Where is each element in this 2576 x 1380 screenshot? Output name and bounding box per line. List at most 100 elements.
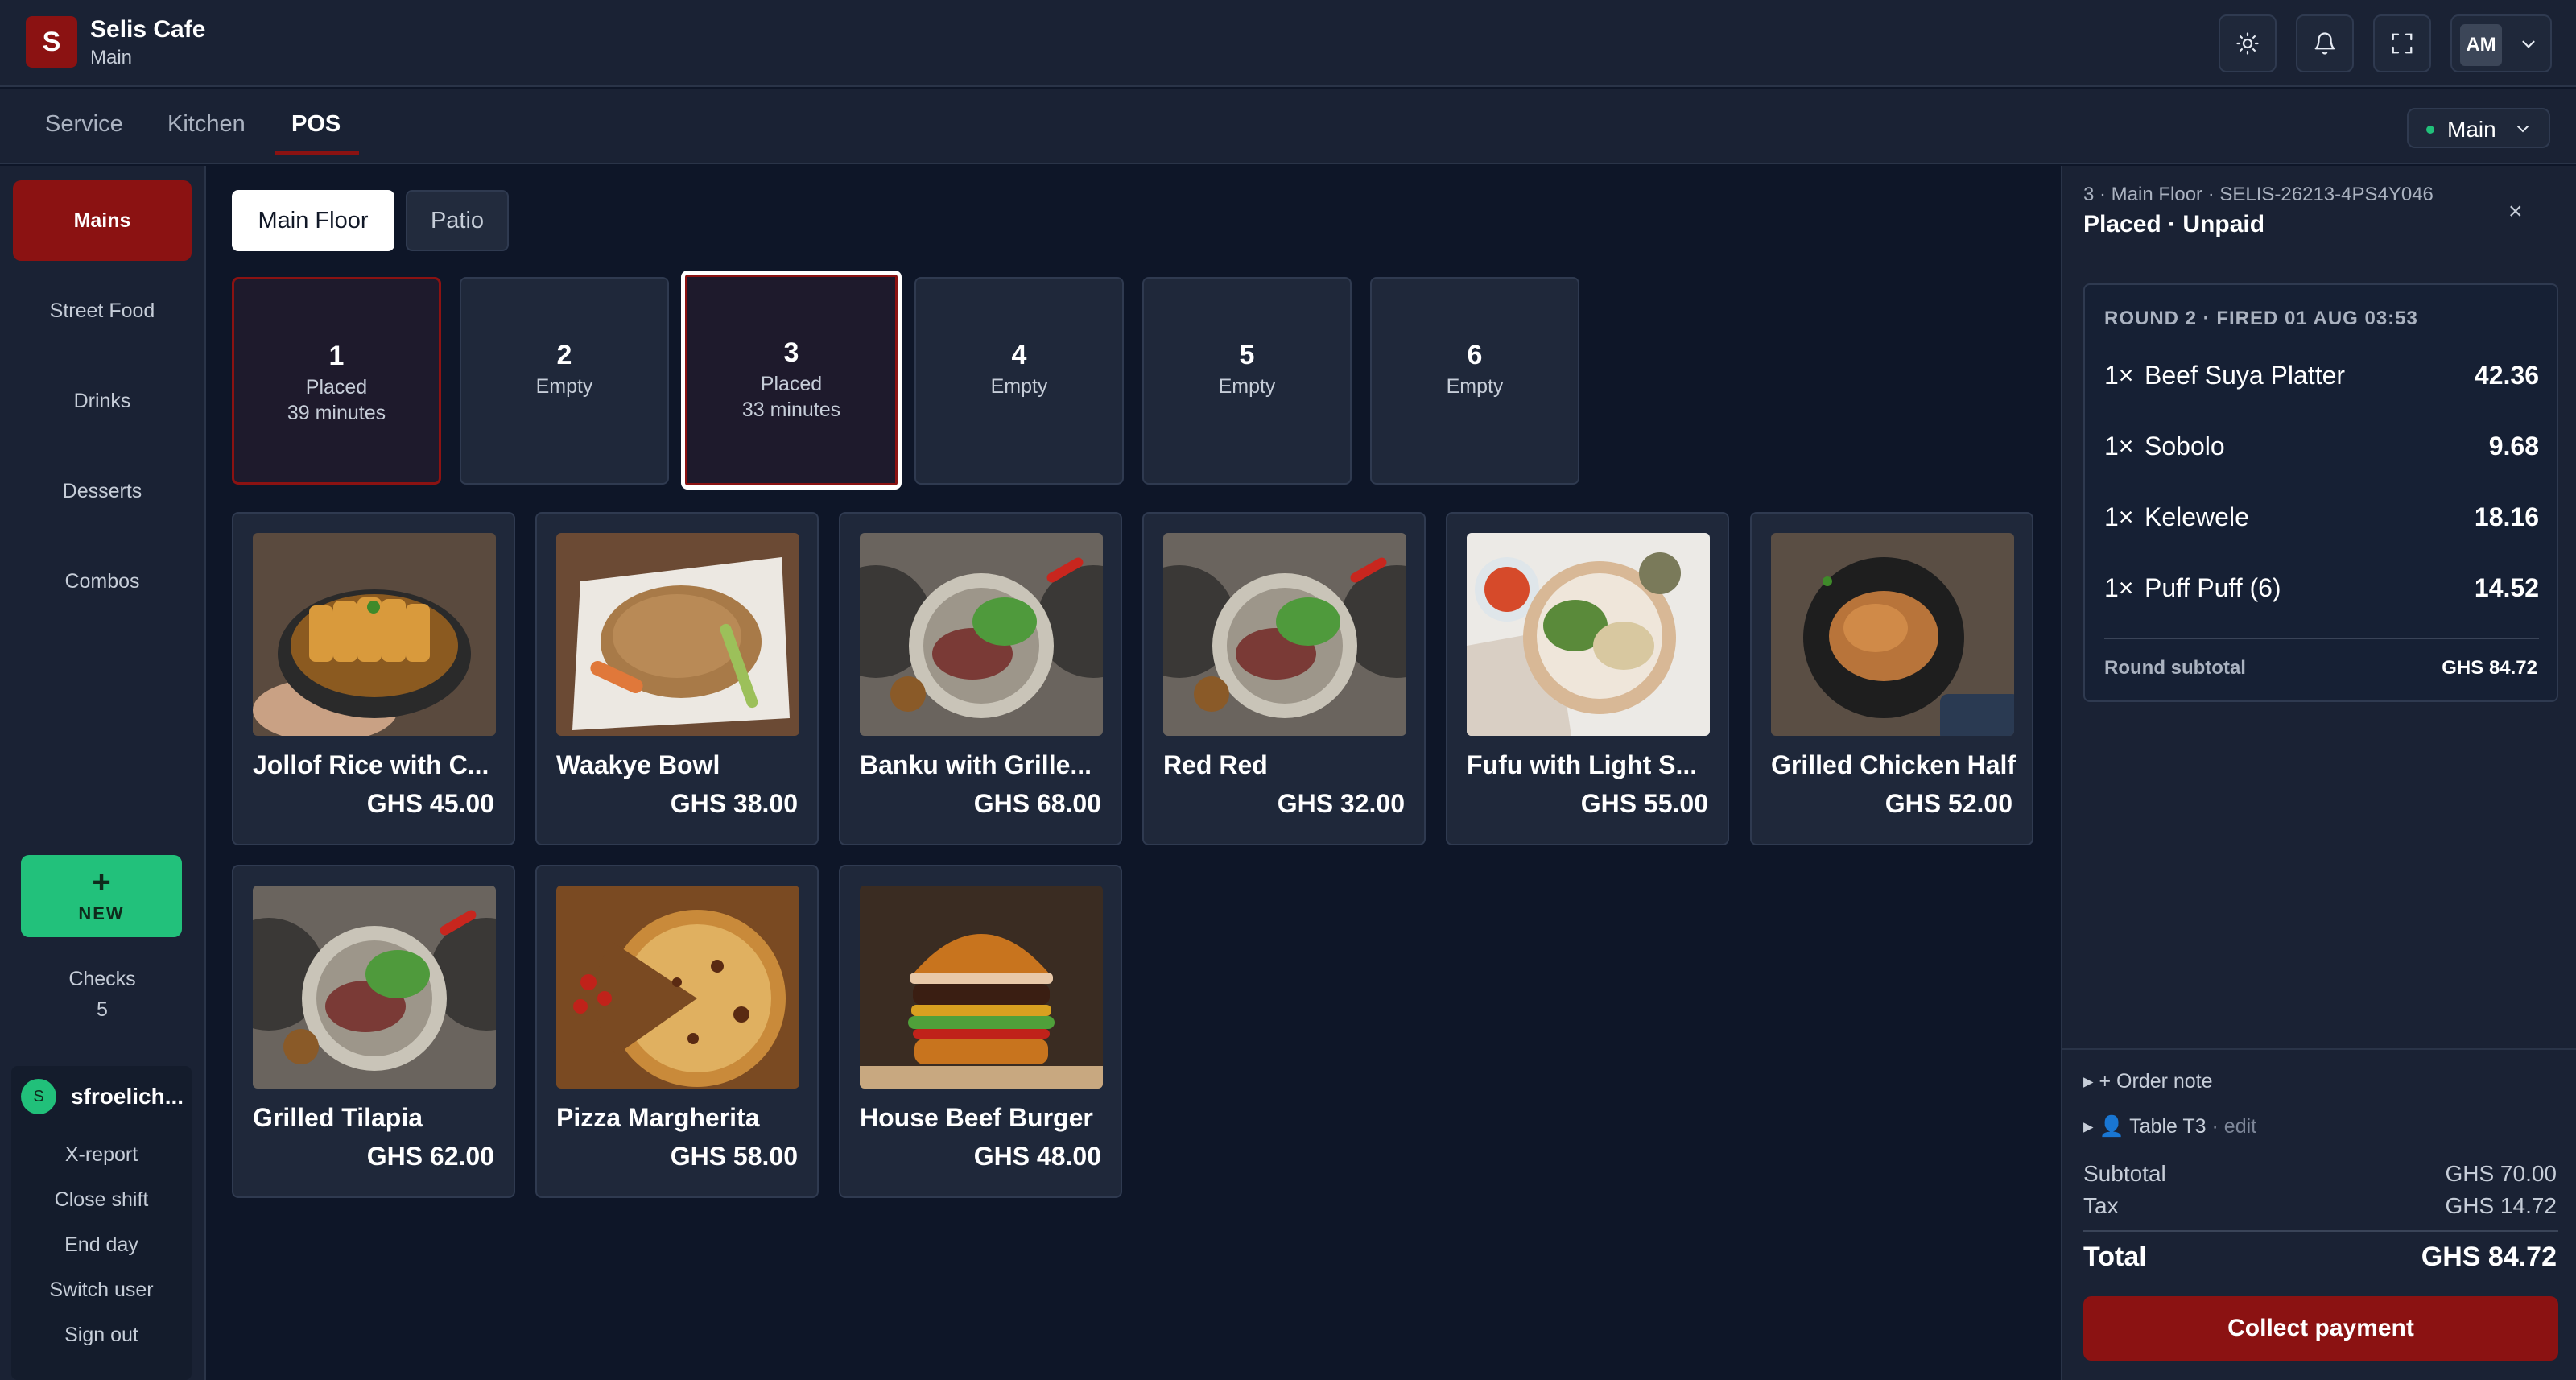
- switch-user-link[interactable]: Switch user: [11, 1279, 192, 1302]
- table-card-5[interactable]: 5 Empty: [1142, 277, 1352, 485]
- location-select[interactable]: Main: [2407, 108, 2550, 148]
- floor-tab-main-floor[interactable]: Main Floor: [232, 190, 394, 251]
- product-price: GHS 38.00: [670, 789, 798, 818]
- category-mains[interactable]: Mains: [13, 180, 192, 261]
- line-item-name: Sobolo: [2145, 432, 2225, 461]
- app-name: Selis Cafe: [90, 16, 206, 43]
- product-name: Grilled Tilapia: [253, 1103, 423, 1132]
- product-card-red-red[interactable]: Red Red GHS 32.00: [1142, 512, 1426, 845]
- table-number: 4: [1011, 340, 1027, 370]
- category-combos[interactable]: Combos: [13, 541, 192, 622]
- close-order-button[interactable]: ×: [2508, 198, 2523, 225]
- tax-value: GHS 14.72: [2445, 1193, 2557, 1218]
- close-shift-link[interactable]: Close shift: [11, 1188, 192, 1212]
- table-number: 6: [1467, 340, 1483, 370]
- product-price: GHS 52.00: [1885, 789, 2013, 818]
- line-item-name: Beef Suya Platter: [2145, 361, 2346, 390]
- product-price: GHS 62.00: [366, 1142, 494, 1171]
- end-day-link[interactable]: End day: [11, 1233, 192, 1257]
- product-card-banku[interactable]: Banku with Grille... GHS 68.00: [839, 512, 1122, 845]
- product-name: Jollof Rice with C...: [253, 750, 489, 779]
- product-image: [1467, 533, 1710, 736]
- location-select-label: Main: [2447, 117, 2496, 142]
- product-image: [1163, 533, 1406, 736]
- checks-count: 5: [97, 998, 108, 1021]
- divider: [2104, 638, 2539, 639]
- table-elapsed: 39 minutes: [287, 402, 386, 424]
- table-elapsed: 33 minutes: [741, 399, 841, 421]
- tab-pos[interactable]: POS: [291, 111, 341, 138]
- order-status: Placed · Unpaid: [2083, 211, 2265, 238]
- category-street-food[interactable]: Street Food: [13, 271, 192, 351]
- table-card-4[interactable]: 4 Empty: [914, 277, 1124, 485]
- table-status: Placed: [760, 373, 823, 395]
- product-card-waakye-bowl[interactable]: Waakye Bowl GHS 38.00: [535, 512, 819, 845]
- product-image: [860, 533, 1103, 736]
- product-card-pizza-margherita[interactable]: Pizza Margherita GHS 58.00: [535, 865, 819, 1198]
- product-name: Red Red: [1163, 750, 1268, 779]
- table-number: 3: [783, 337, 799, 368]
- product-image: [1771, 533, 2014, 736]
- location-status-dot: [2426, 126, 2434, 134]
- order-panel: 3 · Main Floor · SELIS-26213-4PS4Y046 Pl…: [2061, 166, 2576, 1380]
- table-card-6[interactable]: 6 Empty: [1370, 277, 1579, 485]
- fullscreen-button[interactable]: [2373, 14, 2431, 72]
- new-check-button[interactable]: + NEW: [21, 855, 182, 937]
- product-card-house-beef-burger[interactable]: House Beef Burger GHS 48.00: [839, 865, 1122, 1198]
- table-assignment-label: Table T3: [2129, 1115, 2207, 1138]
- line-item[interactable]: 1× Kelewele 18.16: [2104, 502, 2539, 538]
- user-panel: S sfroelich... X-report Close shift End …: [11, 1066, 192, 1380]
- product-name: Fufu with Light S...: [1467, 750, 1698, 779]
- line-item[interactable]: 1× Puff Puff (6) 14.52: [2104, 573, 2539, 609]
- product-card-grilled-tilapia[interactable]: Grilled Tilapia GHS 62.00: [232, 865, 515, 1198]
- table-edit-link[interactable]: · edit: [2212, 1115, 2257, 1138]
- tab-service[interactable]: Service: [45, 111, 123, 138]
- order-reference: 3 · Main Floor · SELIS-26213-4PS4Y046: [2083, 184, 2434, 205]
- table-number: 1: [328, 341, 345, 371]
- tab-kitchen[interactable]: Kitchen: [167, 111, 246, 138]
- new-check-label: NEW: [78, 903, 125, 923]
- product-image: [556, 533, 799, 736]
- category-desserts[interactable]: Desserts: [13, 451, 192, 531]
- order-note-toggle[interactable]: ▸ + Order note: [2083, 1069, 2213, 1093]
- table-number: 2: [556, 340, 572, 370]
- table-card-3[interactable]: 3 Placed 33 minutes: [681, 271, 902, 490]
- table-status: Empty: [990, 375, 1048, 398]
- product-name: Waakye Bowl: [556, 750, 720, 779]
- product-price: GHS 45.00: [366, 789, 494, 818]
- fullscreen-icon: [2392, 33, 2413, 54]
- product-card-jollof-rice[interactable]: Jollof Rice with C... GHS 45.00: [232, 512, 515, 845]
- user-menu-button[interactable]: AM: [2450, 14, 2552, 72]
- product-name: Pizza Margherita: [556, 1103, 760, 1132]
- category-drinks[interactable]: Drinks: [13, 361, 192, 441]
- table-card-2[interactable]: 2 Empty: [460, 277, 669, 485]
- line-item-price: 42.36: [2474, 361, 2539, 390]
- product-card-grilled-chicken[interactable]: Grilled Chicken Half GHS 52.00: [1750, 512, 2033, 845]
- sun-icon: [2236, 32, 2259, 55]
- divider: [2062, 1048, 2576, 1050]
- product-image: [253, 886, 496, 1089]
- line-item-name: Puff Puff (6): [2145, 573, 2281, 602]
- theme-toggle-button[interactable]: [2219, 14, 2277, 72]
- chevron-down-icon: [2517, 126, 2529, 133]
- table-status: Placed: [305, 376, 368, 399]
- round-subtotal-label: Round subtotal: [2104, 657, 2246, 679]
- user-name[interactable]: sfroelich...: [71, 1084, 184, 1109]
- user-icon: 👤: [2099, 1115, 2124, 1138]
- product-price: GHS 68.00: [973, 789, 1101, 818]
- line-item-qty: 1×: [2104, 502, 2134, 531]
- main-tabbar: Service Kitchen POS Main: [0, 89, 2576, 164]
- product-card-fufu[interactable]: Fufu with Light S... GHS 55.00: [1446, 512, 1729, 845]
- line-item[interactable]: 1× Beef Suya Platter 42.36: [2104, 361, 2539, 396]
- floor-tab-patio[interactable]: Patio: [406, 190, 509, 251]
- notifications-button[interactable]: [2296, 14, 2354, 72]
- table-card-1[interactable]: 1 Placed 39 minutes: [232, 277, 441, 485]
- x-report-link[interactable]: X-report: [11, 1143, 192, 1167]
- product-name: House Beef Burger: [860, 1103, 1093, 1132]
- table-assignment-toggle[interactable]: ▸ 👤 Table T3 · edit: [2083, 1114, 2256, 1138]
- checks-link[interactable]: Checks: [0, 968, 204, 991]
- line-item[interactable]: 1× Sobolo 9.68: [2104, 432, 2539, 467]
- sign-out-link[interactable]: Sign out: [11, 1324, 192, 1347]
- collect-payment-button[interactable]: Collect payment: [2083, 1296, 2558, 1361]
- table-status: Empty: [1218, 375, 1276, 398]
